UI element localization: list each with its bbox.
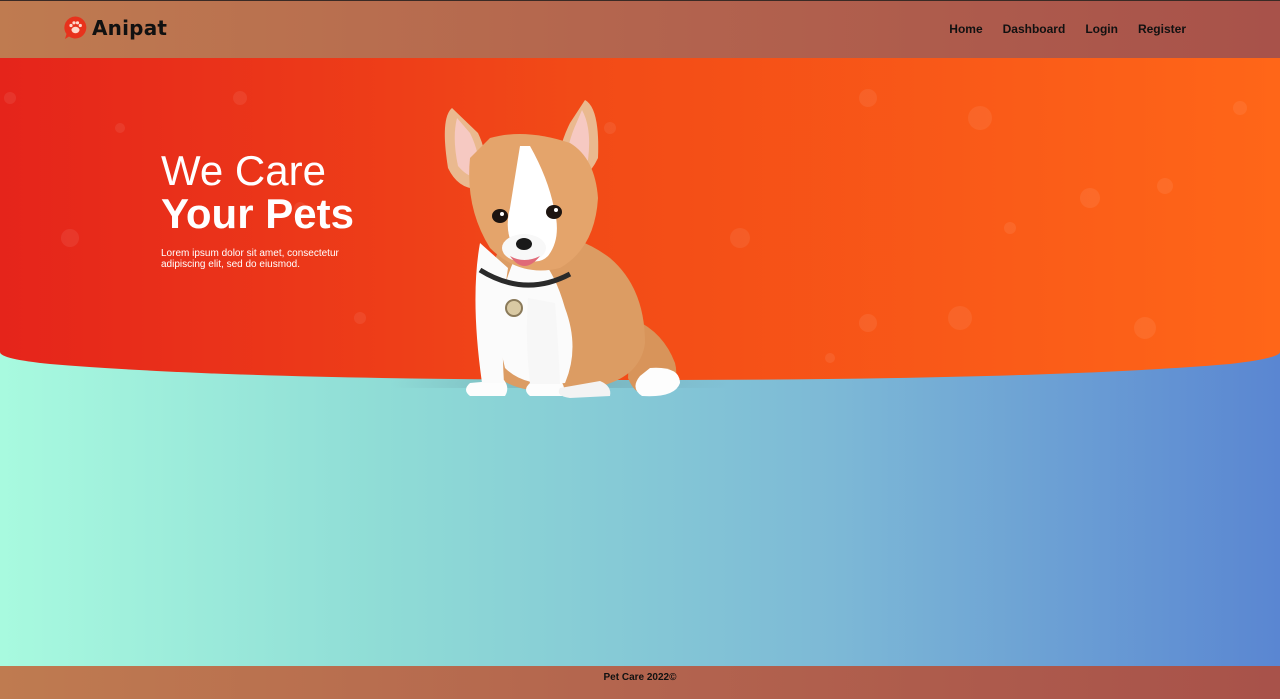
nav-link-dashboard[interactable]: Dashboard — [1003, 22, 1066, 36]
footer: Pet Care 2022© — [0, 666, 1280, 699]
hero-title-line1: We Care — [161, 147, 326, 194]
nav-link-home[interactable]: Home — [949, 22, 982, 36]
nav-link-register[interactable]: Register — [1138, 22, 1186, 36]
brand-logo[interactable]: Anipat — [63, 15, 167, 40]
hero-description: Lorem ipsum dolor sit amet, consectetur … — [161, 248, 339, 270]
paw-chat-logo-icon — [64, 16, 87, 39]
nav-menu: Home Dashboard Login Register — [949, 22, 1186, 36]
navbar: Anipat Home Dashboard Login Register — [0, 0, 1280, 58]
hero-content: We Care Your Pets Lorem ipsum dolor sit … — [161, 150, 366, 280]
hero-banner: We Care Your Pets Lorem ipsum dolor sit … — [0, 58, 1280, 398]
nav-link-login[interactable]: Login — [1085, 22, 1118, 36]
corgi-puppy-image — [444, 100, 680, 398]
footer-copyright: Pet Care 2022© — [603, 672, 677, 683]
brand-name: Anipat — [92, 15, 168, 40]
hero-title-line2: Your Pets — [161, 190, 354, 237]
